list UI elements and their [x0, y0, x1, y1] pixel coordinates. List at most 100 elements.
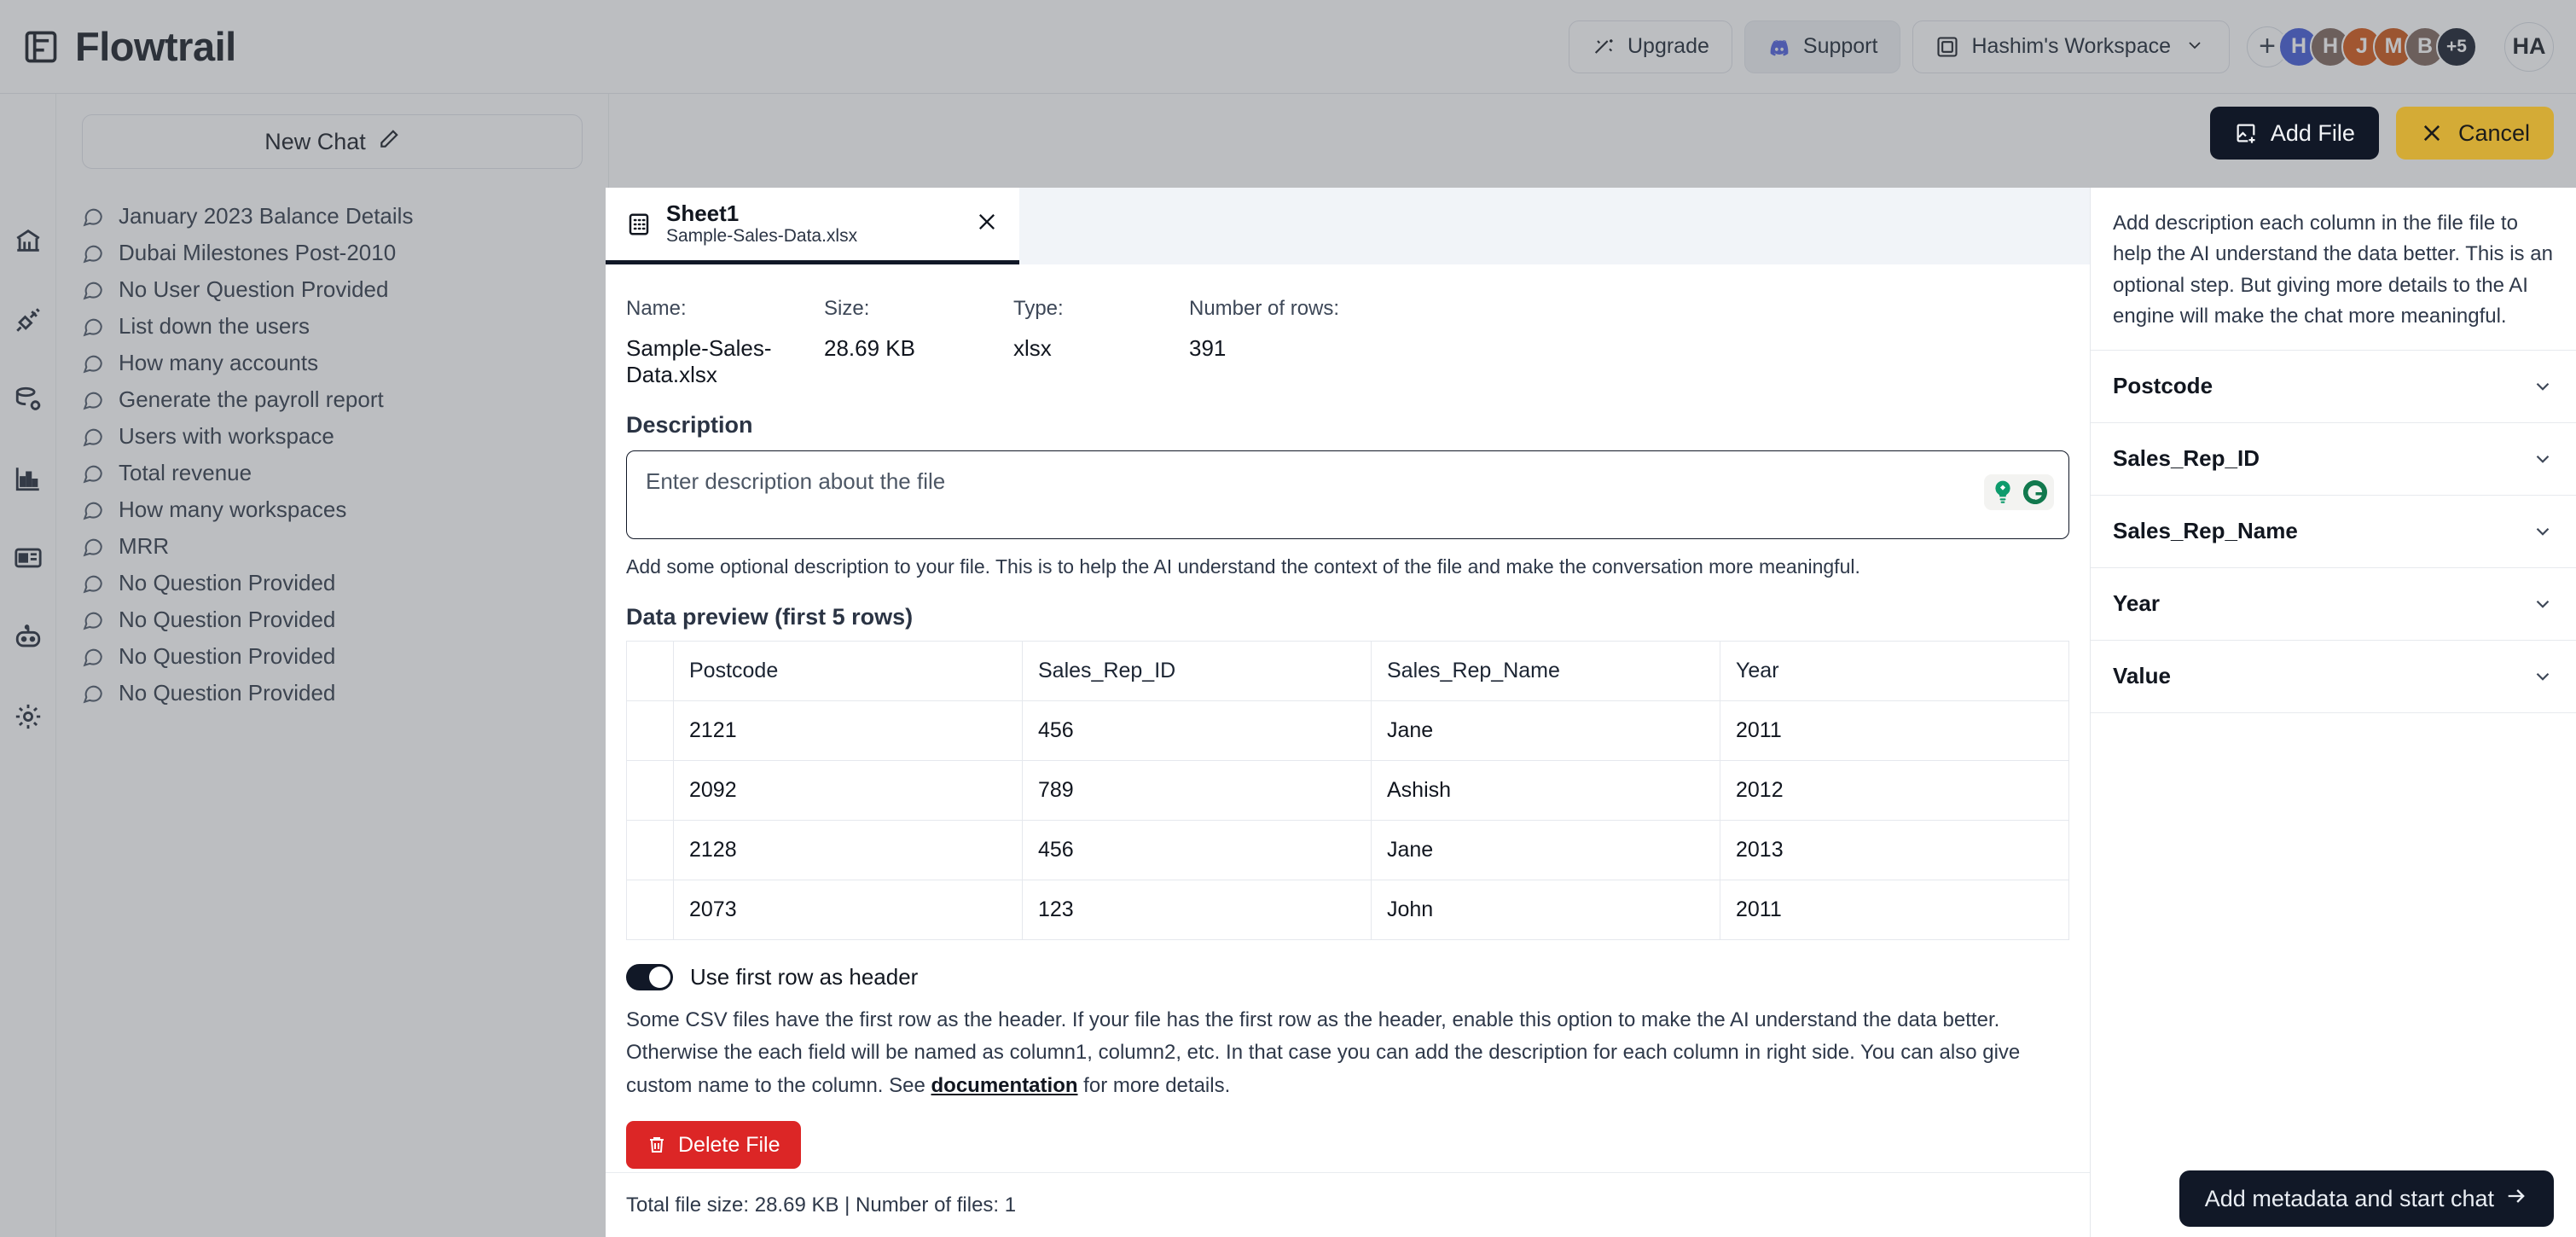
- table-cell: 2011: [1720, 700, 2069, 761]
- modal-footer: Total file size: 28.69 KB | Number of fi…: [606, 1172, 2090, 1237]
- header-help-part2: for more details.: [1077, 1073, 1231, 1097]
- toggle-label: Use first row as header: [690, 964, 919, 990]
- table-cell: [626, 760, 674, 821]
- column-name: Sales_Rep_ID: [2113, 445, 2260, 472]
- spreadsheet-icon: [626, 212, 652, 237]
- chevron-down-icon[interactable]: [2532, 665, 2554, 688]
- documentation-link[interactable]: documentation: [931, 1074, 1078, 1097]
- cancel-button[interactable]: Cancel: [2395, 107, 2554, 160]
- column-accordion-item[interactable]: Sales_Rep_ID: [2091, 423, 2576, 496]
- table-header-row: Postcode Sales_Rep_ID Sales_Rep_Name Year: [626, 641, 2069, 701]
- tabs-filler: [1019, 188, 2090, 264]
- table-cell: 2121: [673, 700, 1023, 761]
- grammarly-suggestion-icon[interactable]: [1989, 479, 2016, 506]
- tab-subtitle: Sample-Sales-Data.xlsx: [666, 226, 858, 247]
- description-input[interactable]: [626, 450, 2069, 539]
- meta-value: 391: [1189, 335, 1227, 361]
- header-help-part1: Some CSV files have the first row as the…: [626, 1008, 2021, 1097]
- sheet-tabs: Sheet1 Sample-Sales-Data.xlsx: [606, 188, 2090, 264]
- table-cell: Ashish: [1371, 760, 1720, 821]
- chevron-down-icon[interactable]: [2532, 448, 2554, 470]
- add-metadata-start-chat-button[interactable]: Add metadata and start chat: [2179, 1170, 2554, 1227]
- file-detail-panel: Sheet1 Sample-Sales-Data.xlsx Name: Sampl…: [606, 188, 2090, 1237]
- modal-top-actions: Add File Cancel: [2209, 107, 2554, 160]
- chevron-down-icon[interactable]: [2532, 520, 2554, 543]
- column-accordion-item[interactable]: Value: [2091, 641, 2576, 713]
- table-cell: John: [1371, 880, 1720, 940]
- table-cell: [626, 700, 674, 761]
- close-icon: [2420, 121, 2444, 145]
- delete-file-button[interactable]: Delete File: [626, 1121, 801, 1170]
- description-field-wrap: [626, 450, 2069, 543]
- table-row: 2092 789 Ashish 2012: [626, 760, 2069, 821]
- meta-value: 28.69 KB: [824, 335, 915, 361]
- close-icon[interactable]: [975, 210, 999, 239]
- description-help: Add some optional description to your fi…: [626, 555, 1860, 578]
- table-cell: 2092: [673, 760, 1023, 821]
- table-row: 2121 456 Jane 2011: [626, 700, 2069, 761]
- use-first-row-as-header-toggle[interactable]: [626, 964, 673, 990]
- table-cell: 456: [1022, 700, 1372, 761]
- delete-file-label: Delete File: [678, 1132, 780, 1157]
- column-name: Postcode: [2113, 373, 2213, 399]
- tab-sheet1[interactable]: Sheet1 Sample-Sales-Data.xlsx: [606, 188, 1019, 264]
- table-cell: [626, 820, 674, 880]
- meta-label: Size:: [824, 297, 870, 320]
- meta-label: Type:: [1013, 297, 1064, 320]
- chevron-down-icon[interactable]: [2532, 593, 2554, 615]
- table-cell: 2011: [1720, 880, 2069, 940]
- table-column-header: Year: [1720, 641, 2069, 701]
- trash-icon: [647, 1135, 667, 1155]
- app-root: Flowtrail Upgrade Support Hashim's Works…: [0, 0, 2576, 1237]
- table-column-header: Postcode: [673, 641, 1023, 701]
- description-title: Description: [626, 412, 753, 438]
- column-name: Year: [2113, 590, 2160, 617]
- column-panel-help: Add description each column in the file …: [2113, 212, 2553, 328]
- first-row-header-row: Use first row as header: [626, 964, 2069, 990]
- data-preview-title: Data preview (first 5 rows): [626, 604, 914, 630]
- data-preview-table: Postcode Sales_Rep_ID Sales_Rep_Name Year 2…: [626, 641, 2069, 940]
- grammarly-icon[interactable]: [2022, 479, 2049, 506]
- table-cell: Jane: [1371, 820, 1720, 880]
- column-description-panel: Add description each column in the file …: [2090, 188, 2576, 1237]
- meta-value: Sample-Sales-Data.xlsx: [626, 335, 772, 387]
- table-column-header: Sales_Rep_Name: [1371, 641, 1720, 701]
- meta-label: Number of rows:: [1189, 297, 1340, 320]
- file-meta-cell: Name: Sample-Sales-Data.xlsx: [626, 297, 824, 388]
- table-cell: Jane: [1371, 700, 1720, 761]
- file-meta-cell: Size: 28.69 KB: [824, 297, 1013, 388]
- table-cell: 2128: [673, 820, 1023, 880]
- footer-summary: Total file size: 28.69 KB | Number of fi…: [626, 1193, 1017, 1217]
- column-accordion-item[interactable]: Sales_Rep_Name: [2091, 496, 2576, 568]
- header-toggle-help: Some CSV files have the first row as the…: [626, 1004, 2069, 1102]
- column-accordion-item[interactable]: Year: [2091, 568, 2576, 641]
- image-plus-icon: [2234, 121, 2258, 145]
- file-meta-cell: Type: xlsx: [1013, 297, 1189, 388]
- file-meta-cell: Number of rows: 391: [1189, 297, 1339, 388]
- tab-title: Sheet1: [666, 200, 740, 226]
- table-cell: 456: [1022, 820, 1372, 880]
- chevron-down-icon[interactable]: [2532, 375, 2554, 398]
- table-cell: 2073: [673, 880, 1023, 940]
- table-cell: 2013: [1720, 820, 2069, 880]
- add-file-label: Add File: [2270, 119, 2355, 146]
- column-accordion-item[interactable]: Postcode: [2091, 351, 2576, 423]
- table-cell: 123: [1022, 880, 1372, 940]
- file-metadata-modal: Sheet1 Sample-Sales-Data.xlsx Name: Sampl…: [606, 188, 2576, 1237]
- table-body: 2121 456 Jane 2011 2092 789 Ashish 2012 2128 456 J…: [626, 700, 2069, 940]
- table-cell: [626, 880, 674, 940]
- table-cell: 2012: [1720, 760, 2069, 821]
- file-meta-row: Name: Sample-Sales-Data.xlsx Size: 28.69 KB…: [606, 264, 2090, 412]
- column-name: Sales_Rep_Name: [2113, 518, 2298, 544]
- meta-value: xlsx: [1013, 335, 1052, 361]
- column-list: Postcode Sales_Rep_ID Sales_Rep_Name Year Va…: [2091, 349, 2576, 713]
- table-cell: 789: [1022, 760, 1372, 821]
- grammarly-toolbar: [1984, 474, 2054, 510]
- column-name: Value: [2113, 663, 2171, 689]
- cancel-label: Cancel: [2457, 119, 2530, 146]
- table-column-header: [626, 641, 674, 701]
- arrow-right-icon: [2504, 1184, 2528, 1214]
- add-file-button[interactable]: Add File: [2209, 107, 2379, 160]
- modal-body: Description Enter description about the …: [606, 412, 2090, 1172]
- table-row: 2073 123 John 2011: [626, 880, 2069, 940]
